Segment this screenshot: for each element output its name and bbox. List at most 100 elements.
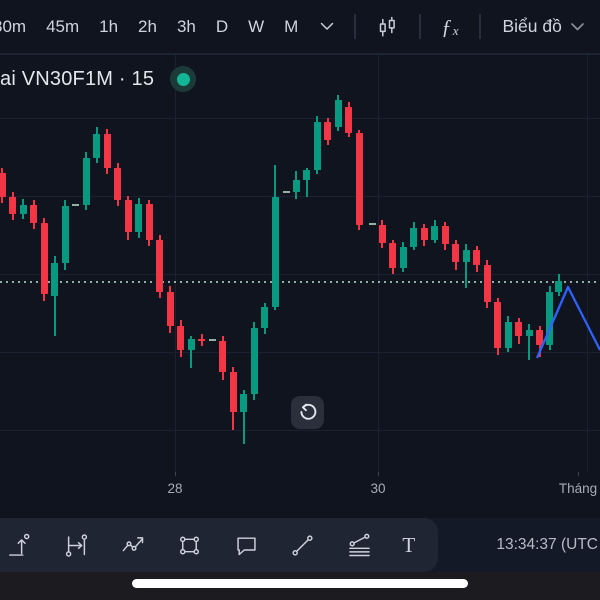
candle [198,339,205,341]
candle [114,168,121,200]
x-axis-tick [578,472,579,476]
fib-retracement-icon [349,533,370,556]
gridline-horizontal [0,430,600,431]
tool-price-projection-button[interactable] [5,530,36,561]
top-toolbar: 30m 45m 1h 2h 3h DWM ƒx Biểu đồ [0,0,600,55]
price-projection-icon [8,533,30,556]
x-axis-tick [378,472,379,476]
timeframe-button-30m[interactable]: 30m [0,11,28,43]
rotate-left-icon [300,403,317,420]
tool-rectangle-button[interactable] [174,530,205,561]
candle [525,330,533,336]
polyline-arrow-icon [122,536,144,551]
app-screen: 2830Tháng 30m45m1h2h3hDWM ƒx Biể [0,0,600,600]
current-price-line [0,281,600,283]
chart-view-selector[interactable]: Biểu đồ [496,15,589,38]
flat-bar-dash [208,339,216,341]
candle [303,170,310,180]
candle [93,134,100,158]
x-axis-label: 28 [167,481,183,496]
timeframe-button-3h[interactable]: 3h [175,11,198,43]
drawing-tools-panel: T [0,518,438,572]
candle [483,265,491,302]
candle [389,243,396,268]
timeframes-expand-button[interactable] [316,18,338,35]
chart-view-label: Biểu đồ [502,16,562,36]
candle [177,326,184,350]
rectangle-icon [180,536,200,554]
candle [250,328,258,394]
tool-fib-retracement-button[interactable] [344,530,375,561]
candle [103,134,111,168]
candle [441,226,449,244]
candle [219,341,226,372]
indicators-button[interactable]: ƒx [437,14,462,40]
candlestick-chart-icon [380,16,396,37]
text-tool-icon: T [402,532,416,557]
flat-bar-dash [368,223,376,225]
candle [145,204,153,240]
timeframe-button-45m[interactable]: 45m [44,11,81,43]
toolbar-divider [419,14,422,39]
system-bottom-strip [0,572,600,600]
candle [452,244,459,262]
candle [420,228,428,240]
symbol-row[interactable]: ai VN30F1M · 15 [0,66,197,92]
clock-timezone-display[interactable]: 13:34:37 (UTC [496,518,598,572]
candle [313,122,321,170]
gridline-horizontal [0,274,600,275]
toolbar-divider [478,14,481,39]
candle [355,133,363,225]
candle [19,205,27,214]
candle [494,302,501,348]
tool-polyline-button[interactable] [118,530,149,561]
candle [187,339,195,350]
candle [504,322,512,348]
candle [82,158,90,205]
x-axis-label: 30 [370,481,386,496]
symbol-title: ai VN30F1M · 15 [0,67,155,90]
candle [515,322,522,336]
candle [240,394,247,412]
candle [229,372,237,412]
timeframe-button-W[interactable]: W [246,11,266,43]
candle [0,173,6,197]
chevron-down-icon [571,22,584,30]
candle [555,281,562,292]
candle [51,263,58,296]
fx-icon: ƒx [441,14,459,39]
gridline-horizontal [0,118,600,119]
tool-text-button[interactable]: T [400,533,417,558]
candle [261,307,268,328]
comment-bubble-icon [237,536,256,555]
candle [473,250,480,265]
candle [166,292,174,326]
candle [431,226,438,240]
home-indicator[interactable] [132,579,468,588]
timeframe-button-2h[interactable]: 2h [136,11,159,43]
candle [135,204,142,232]
bottom-toolbar: T 13:34:37 (UTC [0,518,600,572]
candle [536,330,543,345]
tool-date-range-button[interactable] [61,530,92,561]
gridline-horizontal [0,352,600,353]
candle [345,107,352,133]
timeframe-button-1h[interactable]: 1h [97,11,120,43]
candle [462,250,470,262]
candle [334,100,342,127]
flat-bar-dash [282,191,290,193]
market-status-icon [170,66,197,92]
x-axis-label: Tháng [558,481,598,496]
timeframe-button-D[interactable]: D [214,11,230,43]
flat-bar-dash [72,204,79,206]
x-axis-tick [175,472,176,476]
tool-comment-button[interactable] [231,530,262,561]
chart-style-button[interactable] [372,11,403,43]
tool-trend-line-button[interactable] [287,530,318,561]
candle [9,197,16,214]
candle [40,223,48,294]
reload-chart-button[interactable] [291,396,324,429]
candle [292,180,300,192]
timeframe-button-M[interactable]: M [282,11,300,43]
candle [410,228,417,247]
